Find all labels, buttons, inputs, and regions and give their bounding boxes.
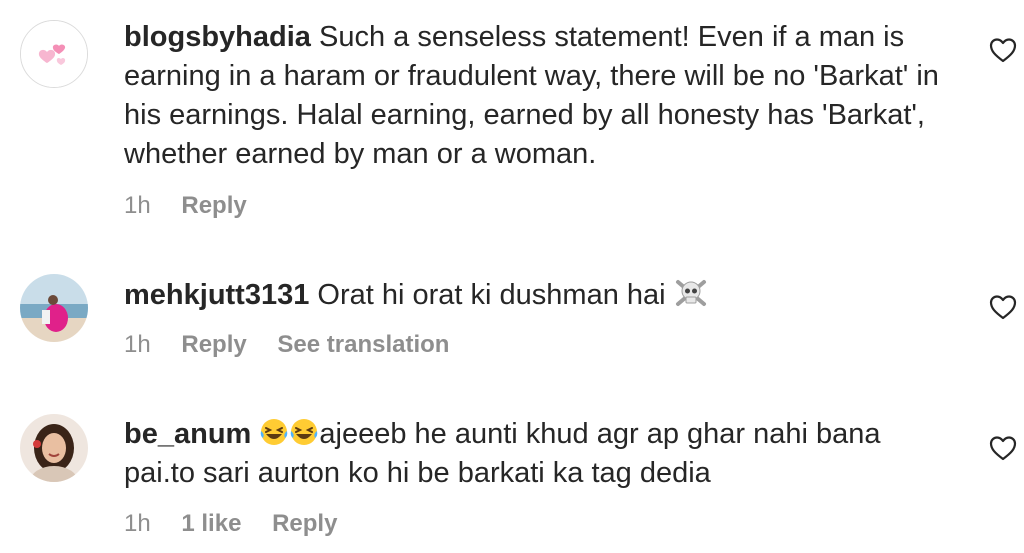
comment-meta: 1h 1 like Reply: [124, 510, 361, 538]
like-count[interactable]: 1 like: [181, 510, 241, 537]
comment-body: blogsbyhadia Such a senseless statement!…: [124, 18, 944, 174]
username[interactable]: be_anum: [124, 418, 251, 450]
heart-icon[interactable]: [989, 37, 1017, 63]
avatar[interactable]: [20, 414, 88, 482]
reply-button[interactable]: Reply: [181, 192, 246, 219]
woman-photo-avatar: [20, 414, 88, 482]
username[interactable]: mehkjutt3131: [124, 279, 309, 311]
avatar[interactable]: [20, 274, 88, 342]
username[interactable]: blogsbyhadia: [124, 21, 311, 53]
reply-button[interactable]: Reply: [181, 331, 246, 358]
timestamp: 1h: [124, 510, 151, 537]
heart-icon[interactable]: [989, 294, 1017, 320]
heart-icon[interactable]: [989, 435, 1017, 461]
laughing-tears-icon: [261, 419, 288, 445]
timestamp: 1h: [124, 192, 151, 219]
pink-hearts-icon: [21, 21, 87, 87]
beach-photo-avatar: [20, 274, 88, 342]
comment-body: be_anum ajeeeb he aunti khud agr ap ghar…: [124, 415, 944, 493]
timestamp: 1h: [124, 331, 151, 358]
comment-body: mehkjutt3131 Orat hi orat ki dushman hai: [124, 276, 944, 315]
skull-crossbones-icon: [675, 280, 706, 306]
comment-meta: 1h Reply See translation: [124, 331, 473, 359]
see-translation-button[interactable]: See translation: [277, 331, 449, 358]
laughing-tears-icon: [291, 419, 318, 445]
reply-button[interactable]: Reply: [272, 510, 337, 537]
avatar[interactable]: [20, 20, 88, 88]
comment-text: Orat hi orat ki dushman hai: [317, 279, 666, 311]
comment-meta: 1h Reply: [124, 192, 271, 220]
